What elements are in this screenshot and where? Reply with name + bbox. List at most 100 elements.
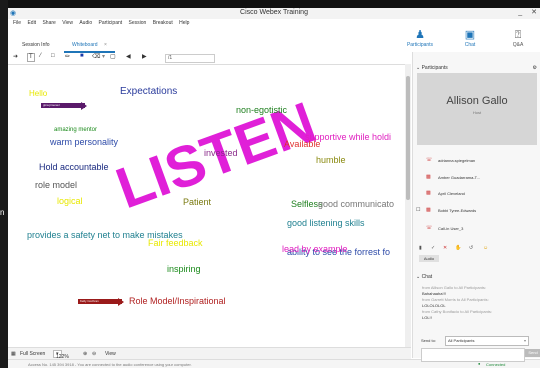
- menu-help[interactable]: Help: [179, 20, 189, 26]
- fullscreen-button[interactable]: Full Screen: [20, 351, 45, 357]
- note-warm-personality: warm personality: [50, 137, 119, 147]
- participant-name: Amber Guadarrama-T...: [438, 175, 481, 180]
- participant-row[interactable]: ▩ Amber Guadarrama-T...: [413, 174, 540, 183]
- raise-hand-icon[interactable]: ✋: [455, 245, 461, 251]
- document-tabs: Session Info Whiteboard ×: [8, 39, 408, 53]
- chat-header-label: Chat: [421, 274, 433, 280]
- scrollbar-thumb[interactable]: [406, 76, 410, 200]
- participant-row[interactable]: ☐ ▩ Bobbi Tyree-Edwards: [413, 207, 540, 216]
- canvas-scrollbar[interactable]: [405, 64, 411, 347]
- minimize-button[interactable]: _: [518, 9, 522, 16]
- note-inspiring: inspiring: [167, 264, 201, 274]
- chat-input[interactable]: [421, 348, 525, 362]
- participant-row[interactable]: ☏ Call-in User_3: [413, 225, 540, 234]
- qa-toggle[interactable]: ⍰ Q&A: [503, 28, 533, 48]
- author-tag: gina.jimenez: [41, 103, 85, 108]
- computer-audio-icon: ▩: [426, 174, 431, 180]
- line-tool-icon[interactable]: ⁄: [40, 53, 41, 59]
- host-name: Allison Gallo: [446, 95, 508, 107]
- color-tool-icon[interactable]: ■: [80, 53, 84, 59]
- fullscreen-icon[interactable]: ▦: [11, 351, 16, 357]
- save-tool-icon[interactable]: ▢: [110, 53, 116, 60]
- note-patient: Patient: [183, 197, 212, 207]
- gear-icon[interactable]: ⚙: [533, 65, 537, 71]
- window-title: Cisco Webex Training: [240, 9, 308, 16]
- participant-controls: ▮ ✓ ✕ ✋ ↺ ☺: [417, 244, 537, 253]
- send-to-label: Send to:: [421, 338, 436, 343]
- menu-view[interactable]: View: [62, 20, 73, 26]
- chevron-down-icon: ⌄: [416, 65, 421, 71]
- note-amazing-mentor: amazing mentor: [54, 127, 98, 133]
- note-invested: invested: [204, 148, 238, 158]
- note-lead-by-example: lead by example: [282, 244, 348, 254]
- audio-button[interactable]: Audio: [419, 255, 439, 262]
- participant-row[interactable]: ▩ April Cleveland: [413, 190, 540, 199]
- previous-page-icon[interactable]: ◀: [126, 53, 131, 60]
- participants-toggle[interactable]: ♟ Participants: [405, 28, 435, 48]
- menu-breakout[interactable]: Breakout: [153, 20, 173, 26]
- chat-toggle-label: Chat: [464, 42, 476, 48]
- zoom-out-icon[interactable]: ⊖: [92, 351, 96, 357]
- computer-audio-icon: ▩: [426, 190, 431, 196]
- note-expectations: Expectations: [120, 86, 178, 97]
- zoom-in-icon[interactable]: ⊕: [83, 351, 87, 357]
- zoom-select[interactable]: 122% ▾: [53, 350, 69, 360]
- side-panel: ⌄ Participants ⚙ Allison Gallo Host ☏ ad…: [412, 52, 540, 362]
- tab-whiteboard[interactable]: Whiteboard ×: [64, 39, 115, 53]
- page-number-field[interactable]: /1: [165, 54, 215, 63]
- author-tag: Kelly Cochran: [78, 299, 122, 304]
- chat-message: LOL!!: [422, 315, 432, 320]
- note-fair-feedback: Fair feedback: [148, 238, 203, 248]
- note-good-listening: good listening skills: [287, 218, 365, 228]
- text-tool-icon[interactable]: T: [27, 53, 35, 62]
- question-icon: ⍰: [514, 29, 522, 41]
- arrow-icon: [118, 298, 124, 306]
- tab-close-icon[interactable]: ×: [104, 42, 107, 48]
- phone-icon: ☏: [426, 225, 433, 231]
- note-role-model: role model: [35, 180, 78, 190]
- tab-whiteboard-label: Whiteboard: [72, 42, 98, 48]
- menu-edit[interactable]: Edit: [27, 20, 36, 26]
- close-button[interactable]: ✕: [531, 9, 537, 16]
- outer-window-edge: [0, 0, 8, 368]
- status-text: Access No. 145 394 3918 - You are connec…: [28, 362, 192, 367]
- menu-session[interactable]: Session: [129, 20, 147, 26]
- participant-row[interactable]: ☏ adrianna.spiegelman: [413, 157, 540, 166]
- mute-icon[interactable]: ▮: [419, 245, 422, 251]
- chat-toggle[interactable]: ▣ Chat: [455, 28, 485, 48]
- eraser-tool-icon[interactable]: ⌫: [92, 53, 100, 60]
- outer-window-glyph: n: [0, 208, 5, 217]
- view-button[interactable]: View: [105, 351, 116, 357]
- checkbox-icon[interactable]: ☐: [416, 207, 420, 213]
- menu-audio[interactable]: Audio: [79, 20, 92, 26]
- remove-icon[interactable]: ✕: [443, 245, 447, 251]
- whiteboard-canvas[interactable]: LISTEN Hello Expectations gina.jimenez n…: [8, 64, 405, 348]
- send-to-select[interactable]: All Participants ▾: [445, 336, 529, 346]
- title-bar: ◉ Cisco Webex Training _ ✕: [8, 8, 540, 19]
- next-page-icon[interactable]: ▶: [142, 53, 147, 60]
- participant-name: Call-in User_3: [438, 226, 464, 231]
- lock-icon[interactable]: ↺: [469, 245, 473, 251]
- connection-status: Connected: [486, 362, 506, 367]
- participant-name: April Cleveland: [438, 191, 465, 196]
- rectangle-tool-icon[interactable]: □: [51, 53, 55, 59]
- participants-header-label: Participants: [421, 65, 448, 71]
- chat-header[interactable]: ⌄ Chat: [413, 274, 540, 283]
- note-good-communicator: good communicato: [318, 199, 395, 209]
- note-role-model-inspirational: Role Model/Inspirational: [129, 296, 226, 306]
- pen-tool-icon[interactable]: ✏: [65, 53, 70, 60]
- video-icon[interactable]: ✓: [431, 245, 435, 251]
- tab-session-info[interactable]: Session Info: [14, 39, 58, 51]
- chevron-down-icon[interactable]: ▾: [102, 53, 105, 60]
- send-button[interactable]: Send: [525, 349, 540, 357]
- emoji-icon[interactable]: ☺: [483, 245, 488, 251]
- host-video: Allison Gallo Host: [417, 73, 537, 145]
- menu-file[interactable]: File: [13, 20, 21, 26]
- pointer-tool-icon[interactable]: ➜: [13, 53, 18, 60]
- chevron-down-icon: ⌄: [416, 274, 421, 280]
- menu-participant[interactable]: Participant: [99, 20, 123, 26]
- menu-share[interactable]: Share: [42, 20, 55, 26]
- note-hold-accountable: Hold accountable: [39, 162, 109, 172]
- chevron-down-icon: ▾: [523, 338, 526, 343]
- note-non-egotistic: non-egotistic: [236, 105, 288, 115]
